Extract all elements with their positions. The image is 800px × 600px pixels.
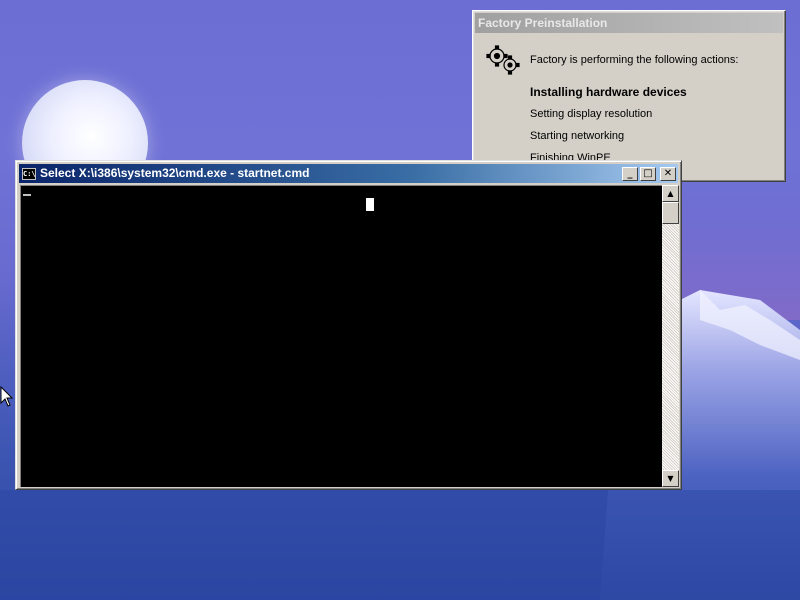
text-cursor — [23, 194, 31, 196]
step-list: Installing hardware devices Setting disp… — [530, 81, 687, 169]
close-button[interactable]: ✕ — [660, 166, 676, 181]
console-output-area[interactable] — [20, 185, 662, 487]
maximize-button[interactable]: □ — [640, 166, 656, 181]
cmd-window-title: Select X:\i386\system32\cmd.exe - startn… — [40, 166, 310, 180]
cmd-title-bar[interactable]: C:\ Select X:\i386\system32\cmd.exe - st… — [19, 164, 678, 183]
minimize-button[interactable]: _ — [622, 166, 638, 181]
selection-cursor — [366, 198, 374, 211]
factory-preinstallation-dialog: Factory Preinstallation Factory is perfo… — [472, 10, 786, 182]
console-icon[interactable]: C:\ — [22, 167, 36, 180]
gears-icon — [486, 45, 520, 75]
scroll-thumb[interactable] — [662, 202, 679, 224]
dialog-intro-text: Factory is performing the following acti… — [530, 54, 739, 66]
scroll-down-button[interactable]: ▼ — [662, 470, 679, 487]
dialog-title: Factory Preinstallation — [478, 16, 608, 30]
step-item: Starting networking — [530, 130, 625, 142]
step-item-active: Installing hardware devices — [530, 85, 687, 99]
cmd-window[interactable]: C:\ Select X:\i386\system32\cmd.exe - st… — [15, 160, 682, 490]
vertical-scrollbar[interactable]: ▲ ▼ — [662, 185, 679, 487]
mouse-pointer-icon — [0, 386, 14, 407]
scroll-up-button[interactable]: ▲ — [662, 185, 679, 202]
step-item: Setting display resolution — [530, 108, 653, 120]
dialog-title-bar[interactable]: Factory Preinstallation — [475, 13, 783, 33]
